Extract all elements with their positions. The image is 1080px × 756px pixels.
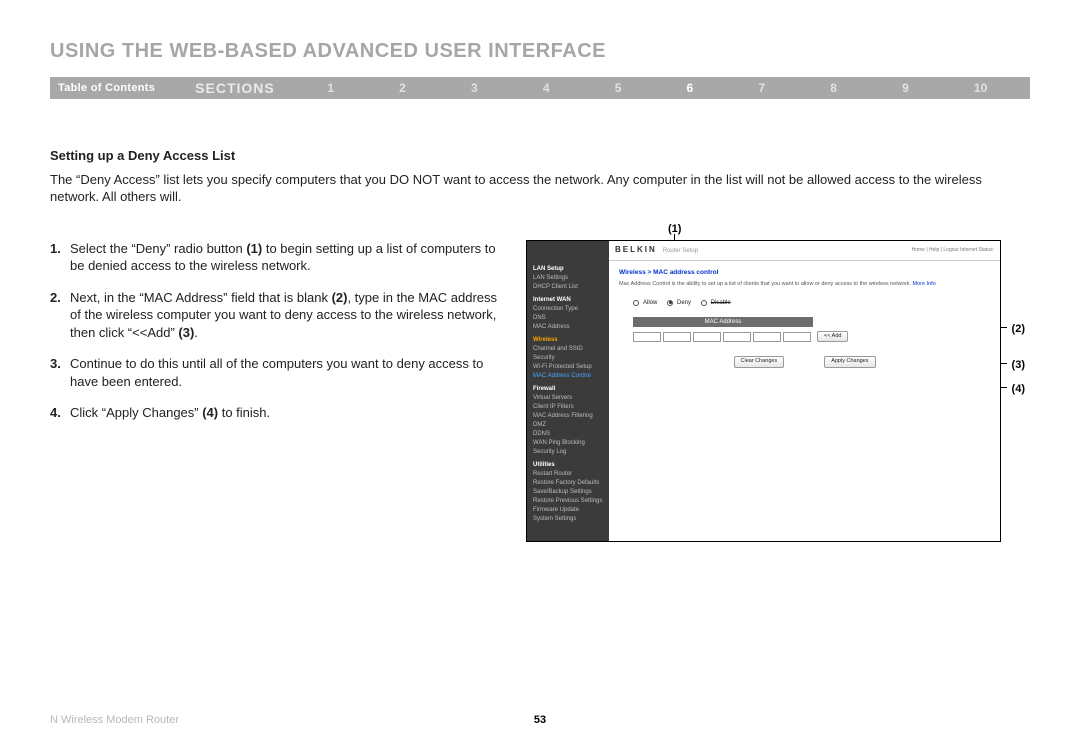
sidebar-header-utilities: Utilities [533, 461, 603, 470]
section-link-1[interactable]: 1 [327, 81, 334, 95]
disable-label: Disable [711, 299, 731, 307]
section-link-6[interactable]: 6 [687, 81, 694, 95]
clear-changes-button[interactable]: Clear Changes [734, 356, 785, 367]
section-numbers: 1 2 3 4 5 6 7 8 9 10 [285, 81, 1030, 95]
section-link-9[interactable]: 9 [902, 81, 909, 95]
sidebar-item[interactable]: MAC Address [533, 323, 603, 332]
deny-label: Deny [677, 299, 691, 307]
mac-address-fields [633, 332, 811, 342]
steps-list: Select the “Deny” radio button (1) to be… [50, 240, 500, 422]
section-link-5[interactable]: 5 [615, 81, 622, 95]
sidebar-item[interactable]: Wi-Fi Protected Setup [533, 363, 603, 372]
sidebar-item[interactable]: Client IP Filters [533, 403, 603, 412]
sidebar-header-lan: LAN Setup [533, 265, 603, 274]
sidebar-header-wan: Internet WAN [533, 296, 603, 305]
sidebar-item[interactable]: Security [533, 354, 603, 363]
sidebar-item[interactable]: Security Log [533, 448, 603, 457]
sidebar-item[interactable]: System Settings [533, 515, 603, 524]
section-link-3[interactable]: 3 [471, 81, 478, 95]
step-2: Next, in the “MAC Address” field that is… [50, 289, 500, 342]
more-info-link[interactable]: More Info [912, 281, 935, 287]
mac-cell[interactable] [663, 332, 691, 342]
mac-cell[interactable] [783, 332, 811, 342]
callout-2: (2) [1012, 322, 1025, 337]
sidebar-item[interactable]: WAN Ping Blocking [533, 439, 603, 448]
add-button[interactable]: << Add [817, 331, 848, 342]
sidebar-item[interactable]: DNS [533, 314, 603, 323]
sidebar-item[interactable]: DDNS [533, 430, 603, 439]
router-brand: BELKIN [615, 245, 657, 254]
deny-radio[interactable] [667, 300, 673, 306]
disable-radio[interactable] [701, 300, 707, 306]
sidebar-item[interactable]: MAC Address Filtering [533, 412, 603, 421]
apply-changes-button[interactable]: Apply Changes [824, 356, 875, 367]
toc-link[interactable]: Table of Contents [50, 82, 163, 94]
footer-product: N Wireless Modem Router [50, 714, 179, 726]
sidebar-item[interactable]: DHCP Client List [533, 283, 603, 292]
sidebar-item[interactable]: DMZ [533, 421, 603, 430]
step-1: Select the “Deny” radio button (1) to be… [50, 240, 500, 275]
router-brand-sub: Router Setup [663, 248, 698, 254]
section-link-7[interactable]: 7 [758, 81, 765, 95]
mac-cell[interactable] [723, 332, 751, 342]
router-sidebar: LAN Setup LAN Settings DHCP Client List … [527, 241, 609, 541]
sidebar-item[interactable]: Restore Factory Defaults [533, 479, 603, 488]
footer-page-number: 53 [534, 714, 546, 726]
sidebar-item-active[interactable]: MAC Address Control [533, 372, 603, 381]
sidebar-item[interactable]: Restart Router [533, 470, 603, 479]
page-title: USING THE WEB-BASED ADVANCED USER INTERF… [50, 40, 1030, 63]
sidebar-item[interactable]: Connection Type [533, 305, 603, 314]
mac-cell[interactable] [753, 332, 781, 342]
mac-cell[interactable] [633, 332, 661, 342]
intro-text: The “Deny Access” list lets you specify … [50, 171, 1030, 206]
sidebar-header-wireless: Wireless [533, 336, 603, 345]
section-link-4[interactable]: 4 [543, 81, 550, 95]
page-footer: N Wireless Modem Router 53 [50, 714, 1030, 726]
section-navbar: Table of Contents SECTIONS 1 2 3 4 5 6 7… [50, 77, 1030, 99]
callout-4: (4) [1012, 382, 1025, 397]
step-3: Continue to do this until all of the com… [50, 355, 500, 390]
section-link-2[interactable]: 2 [399, 81, 406, 95]
sections-label: SECTIONS [163, 80, 285, 96]
sidebar-item[interactable]: LAN Settings [533, 274, 603, 283]
section-link-8[interactable]: 8 [830, 81, 837, 95]
sidebar-item[interactable]: Virtual Servers [533, 394, 603, 403]
router-screenshot: (1) (2) (3) (4) LAN Setup LAN Settings D… [526, 240, 1001, 542]
router-breadcrumb: Wireless > MAC address control [619, 269, 990, 278]
sidebar-item[interactable]: Firmware Update [533, 506, 603, 515]
subsection-heading: Setting up a Deny Access List [50, 147, 1030, 165]
allow-radio[interactable] [633, 300, 639, 306]
router-description: Mac Address Control is the ability to se… [619, 281, 990, 288]
sidebar-item[interactable]: Channel and SSID [533, 345, 603, 354]
section-link-10[interactable]: 10 [974, 81, 987, 95]
allow-label: Allow [643, 299, 657, 307]
sidebar-item[interactable]: Save/Backup Settings [533, 488, 603, 497]
sidebar-item[interactable]: Restore Previous Settings [533, 497, 603, 506]
mac-cell[interactable] [693, 332, 721, 342]
step-4: Click “Apply Changes” (4) to finish. [50, 404, 500, 422]
mac-address-header: MAC Address [633, 317, 813, 327]
callout-3: (3) [1012, 358, 1025, 373]
sidebar-header-firewall: Firewall [533, 385, 603, 394]
router-toplinks[interactable]: Home | Help | Logout Internet Status: [912, 247, 994, 254]
